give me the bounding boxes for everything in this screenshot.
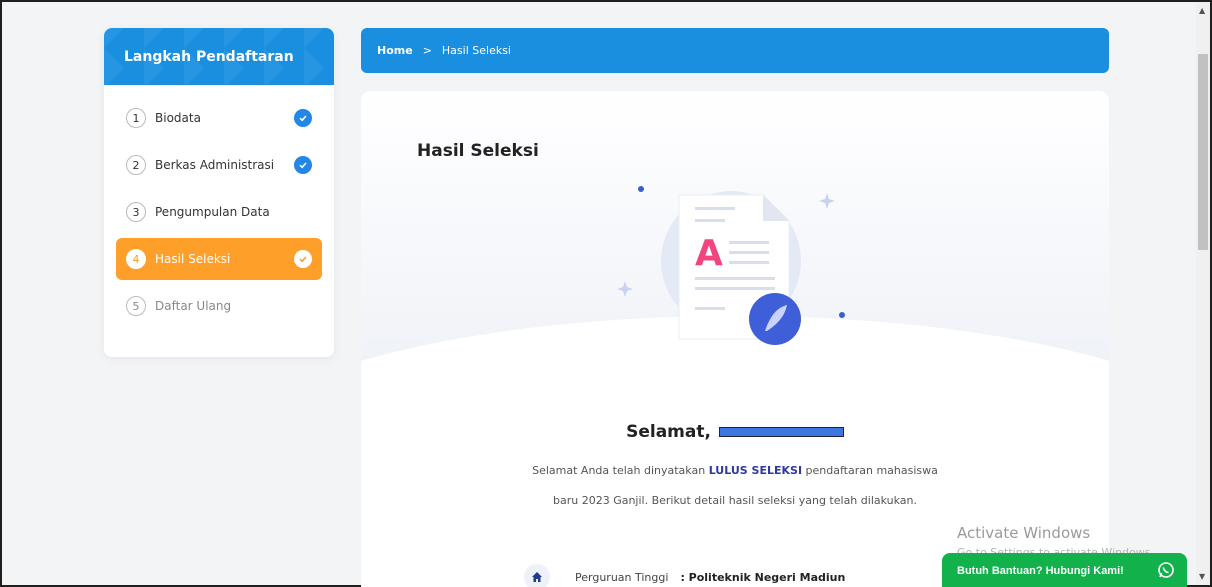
page-title: Hasil Seleksi <box>417 141 539 161</box>
breadcrumb: Home > Hasil Seleksi <box>361 28 1109 73</box>
whatsapp-icon <box>1157 561 1175 582</box>
desc-text-after: pendaftaran mahasiswa <box>802 464 938 477</box>
step-label: Pengumpulan Data <box>155 205 270 219</box>
result-description: Selamat Anda telah dinyatakan LULUS SELE… <box>361 456 1109 516</box>
breadcrumb-separator: > <box>422 44 432 57</box>
detail-label: Perguruan Tinggi <box>575 570 669 584</box>
scroll-thumb[interactable] <box>1198 54 1208 250</box>
detail-row-university: Perguruan Tinggi : Politeknik Negeri Mad… <box>524 564 845 587</box>
step-label: Daftar Ulang <box>155 299 232 313</box>
home-icon <box>524 564 550 587</box>
help-button-label: Butuh Bantuan? Hubungi Kami! <box>957 565 1124 577</box>
step-biodata[interactable]: 1 Biodata <box>116 97 322 139</box>
breadcrumb-home-link[interactable]: Home <box>377 44 413 57</box>
desc-line-2: baru 2023 Ganjil. Berikut detail hasil s… <box>552 494 918 507</box>
vertical-scrollbar[interactable]: ▲ ▼ <box>1196 2 1210 585</box>
document-illustration: A <box>601 181 861 365</box>
breadcrumb-current: Hasil Seleksi <box>441 44 511 57</box>
step-label: Berkas Administrasi <box>155 158 275 172</box>
step-number: 5 <box>126 296 146 316</box>
scroll-down-icon[interactable]: ▼ <box>1199 572 1205 581</box>
scroll-up-icon[interactable]: ▲ <box>1199 6 1205 15</box>
watermark-title: Activate Windows <box>957 524 1091 542</box>
check-icon <box>294 156 312 174</box>
step-label: Biodata <box>155 111 201 125</box>
step-hasil-seleksi[interactable]: 4 Hasil Seleksi <box>116 238 322 280</box>
registration-steps-panel: Langkah Pendaftaran 1 Biodata 2 Berkas A… <box>104 28 334 357</box>
step-label: Hasil Seleksi <box>155 252 231 266</box>
sidebar-title: Langkah Pendaftaran <box>104 28 334 85</box>
check-icon <box>294 109 312 127</box>
step-daftar-ulang[interactable]: 5 Daftar Ulang <box>116 285 322 327</box>
step-pengumpulan-data[interactable]: 3 Pengumpulan Data <box>116 191 322 233</box>
redacted-name <box>718 427 844 437</box>
step-berkas-administrasi[interactable]: 2 Berkas Administrasi <box>116 144 322 186</box>
greeting-text: Selamat, <box>626 422 711 442</box>
desc-highlight: LULUS SELEKSI <box>708 464 803 477</box>
detail-value: : Politeknik Negeri Madiun <box>680 570 846 584</box>
whatsapp-help-button[interactable]: Butuh Bantuan? Hubungi Kami! <box>942 553 1187 587</box>
result-card: Hasil Seleksi A Selamat, Selamat Anda te… <box>361 91 1109 587</box>
svg-text:A: A <box>695 233 723 274</box>
step-number: 2 <box>126 155 146 175</box>
check-icon <box>294 250 312 268</box>
greeting-heading: Selamat, <box>361 422 1109 442</box>
step-number: 4 <box>126 249 146 269</box>
desc-text-before: Selamat Anda telah dinyatakan <box>532 464 709 477</box>
step-number: 1 <box>126 108 146 128</box>
step-number: 3 <box>126 202 146 222</box>
